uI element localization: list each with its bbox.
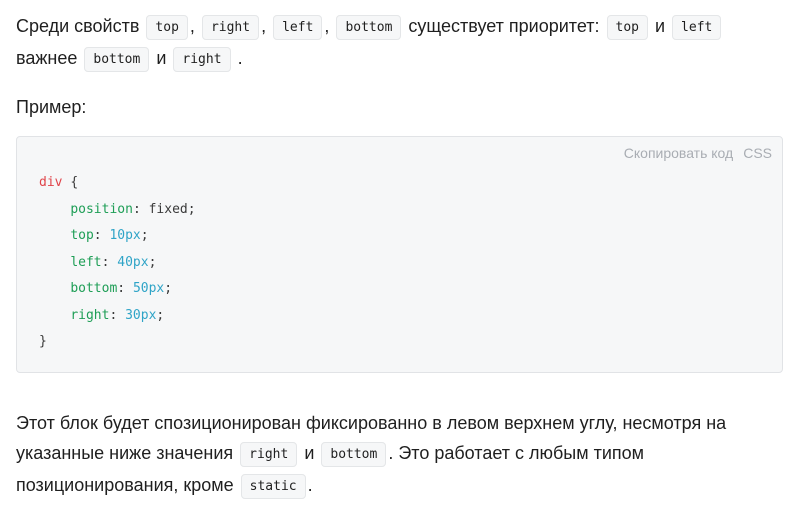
text: ,: [261, 16, 267, 36]
code-value: fixed: [148, 201, 188, 217]
code-line: top: 10px;: [70, 228, 149, 243]
code-number: 50px: [132, 281, 165, 296]
code-brace: {: [70, 175, 79, 190]
code-language-label: CSS: [743, 145, 772, 161]
text: и: [299, 443, 320, 463]
text: ,: [189, 16, 195, 36]
paragraph-example-heading: Пример:: [16, 92, 791, 122]
inline-code: left: [672, 15, 722, 40]
code-property: left: [70, 254, 102, 270]
code-property: bottom: [70, 281, 118, 296]
code-property: right: [70, 307, 110, 323]
text: .: [237, 48, 243, 68]
inline-code: right: [240, 442, 298, 467]
inline-code: top: [146, 15, 188, 40]
code-number: 30px: [125, 307, 157, 323]
code-property: top: [70, 228, 94, 243]
text: и: [649, 16, 671, 36]
inline-code: bottom: [321, 442, 387, 467]
code-toolbar: Скопировать код CSS: [614, 145, 772, 161]
code-line: div {: [39, 170, 196, 197]
text: .: [307, 475, 313, 495]
text: существует приоритет:: [403, 16, 605, 36]
inline-code: bottom: [84, 47, 150, 72]
inline-code: right: [201, 15, 260, 40]
inline-code: static: [240, 474, 306, 499]
inline-code: bottom: [336, 15, 402, 40]
code-property: position: [70, 201, 133, 217]
code-line: bottom: 50px;: [70, 281, 173, 296]
code-brace: }: [39, 334, 47, 349]
paragraph-priority: Среди свойств top, right, left, bottom с…: [16, 11, 791, 75]
paragraph-explanation: Этот блок будет спозиционирован фиксиров…: [16, 408, 791, 502]
text: ,: [324, 16, 330, 36]
code-line: left: 40px;: [70, 254, 157, 270]
code-line: right: 30px;: [70, 307, 165, 323]
code-line: position: fixed;: [70, 201, 196, 217]
text: Пример:: [16, 97, 87, 117]
inline-code: top: [606, 15, 648, 40]
code-number: 40px: [117, 254, 149, 270]
code-block: Скопировать код CSS div { position: fixed…: [16, 136, 783, 373]
copy-code-button[interactable]: Скопировать код: [624, 145, 733, 161]
text: и: [151, 48, 172, 68]
inline-code: left: [273, 15, 323, 40]
text: важнее: [16, 48, 83, 68]
text: Среди свойств: [16, 16, 145, 36]
inline-code: right: [173, 47, 231, 72]
code-content: div { position: fixed; top: 10px; left: …: [39, 170, 196, 356]
code-selector: div: [39, 175, 63, 190]
code-line: }: [39, 329, 196, 356]
code-number: 10px: [109, 228, 141, 243]
